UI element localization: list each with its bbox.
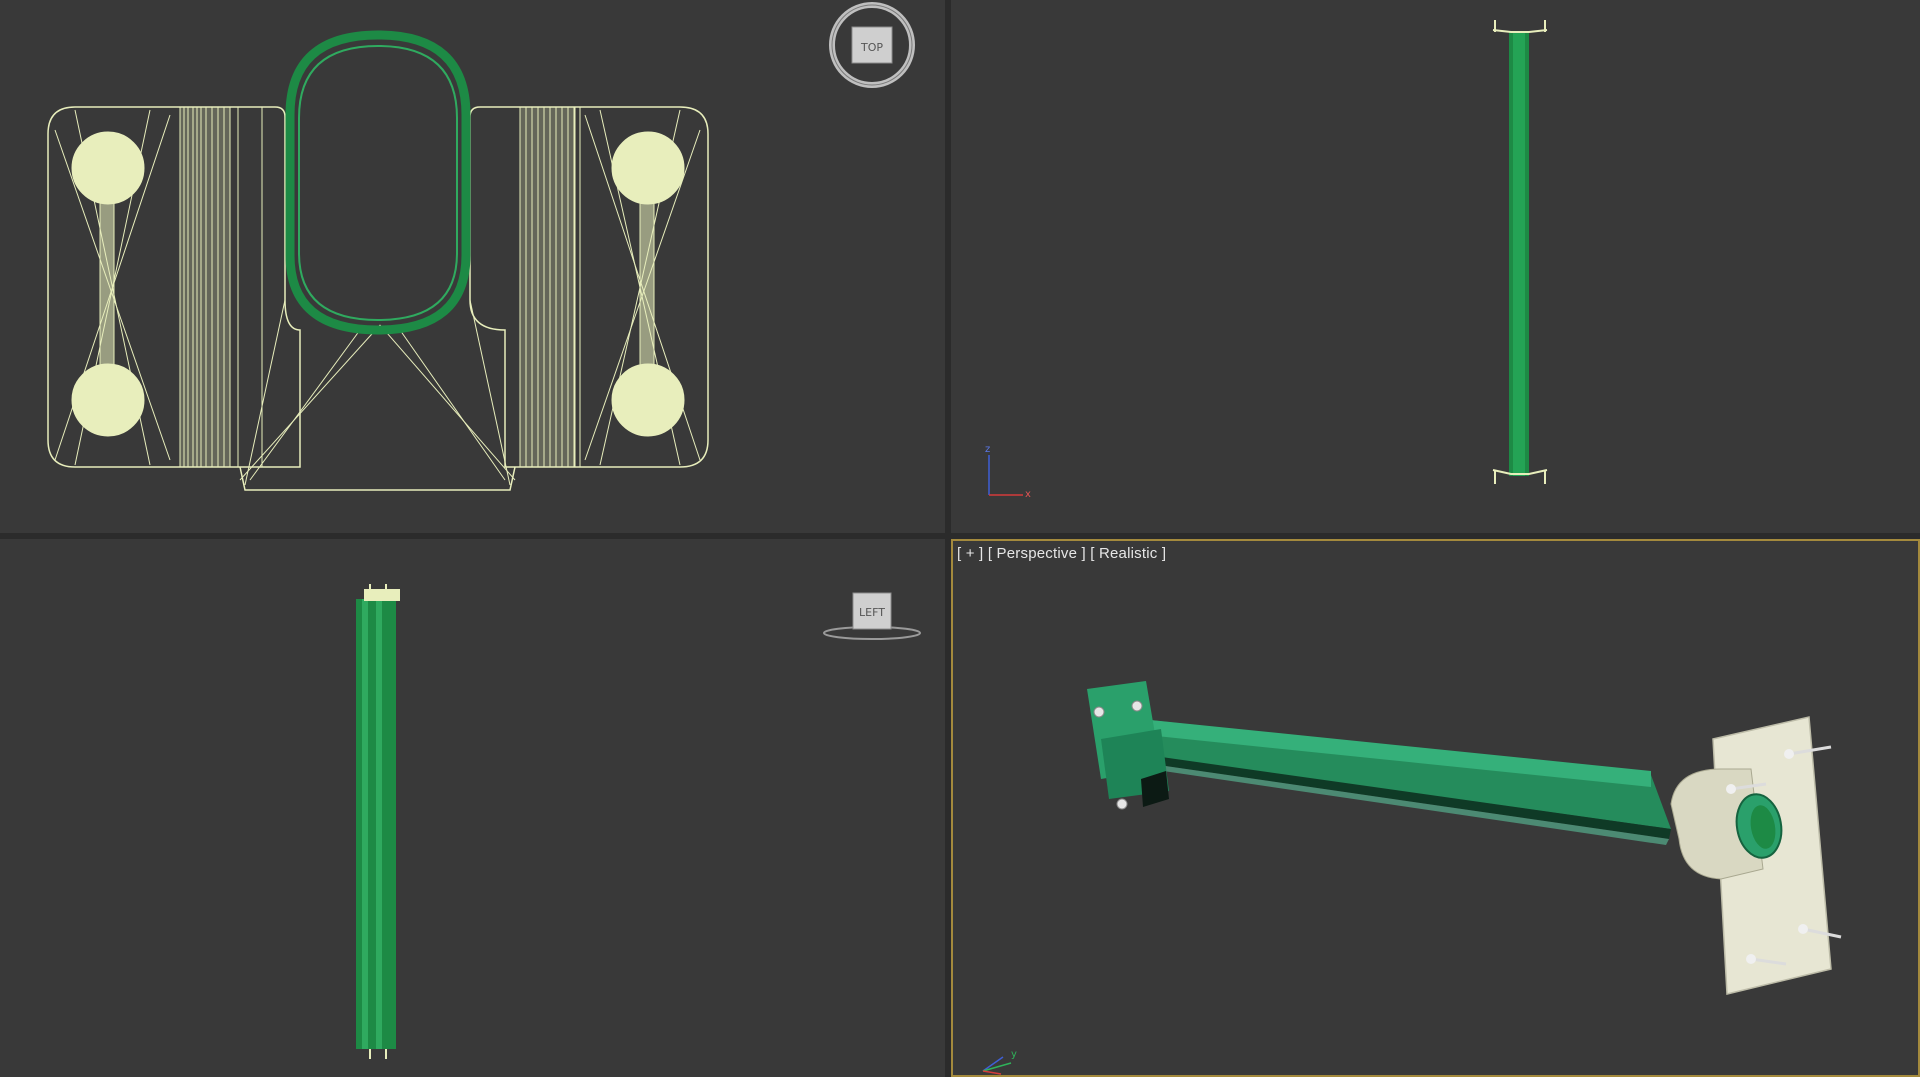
viewcube-top-label: TOP [860, 41, 883, 54]
top-view-wireframe: TOP [47, 2, 915, 491]
front-view-wireframe: z x [985, 20, 1548, 500]
viewcube-left[interactable]: LEFT [823, 592, 921, 640]
left-view-wireframe: LEFT [356, 584, 921, 1059]
viewcube-left-label: LEFT [859, 606, 885, 619]
perspective-model: y [982, 681, 1842, 1075]
viewport-perspective[interactable]: [ + ] [ Perspective ] [ Realistic ] y [951, 539, 1920, 1077]
svg-text:x: x [1025, 489, 1031, 500]
viewcube-top[interactable]: TOP [829, 2, 915, 88]
axis-tripod-perspective: y [982, 1049, 1017, 1075]
viewport-top[interactable]: TOP [0, 0, 945, 533]
viewport-front[interactable]: z x [951, 0, 1920, 533]
tube-profile-outline [285, 30, 471, 335]
viewport-left[interactable]: LEFT [0, 539, 945, 1077]
axis-tripod-front: z x [985, 444, 1031, 500]
viewport-divider-horizontal[interactable] [0, 533, 1920, 539]
viewport-layout: TOP z x LEFT [+] [Perspective] [Rea… [0, 0, 1920, 1077]
svg-text:y: y [1011, 1049, 1017, 1060]
svg-text:z: z [985, 444, 990, 455]
